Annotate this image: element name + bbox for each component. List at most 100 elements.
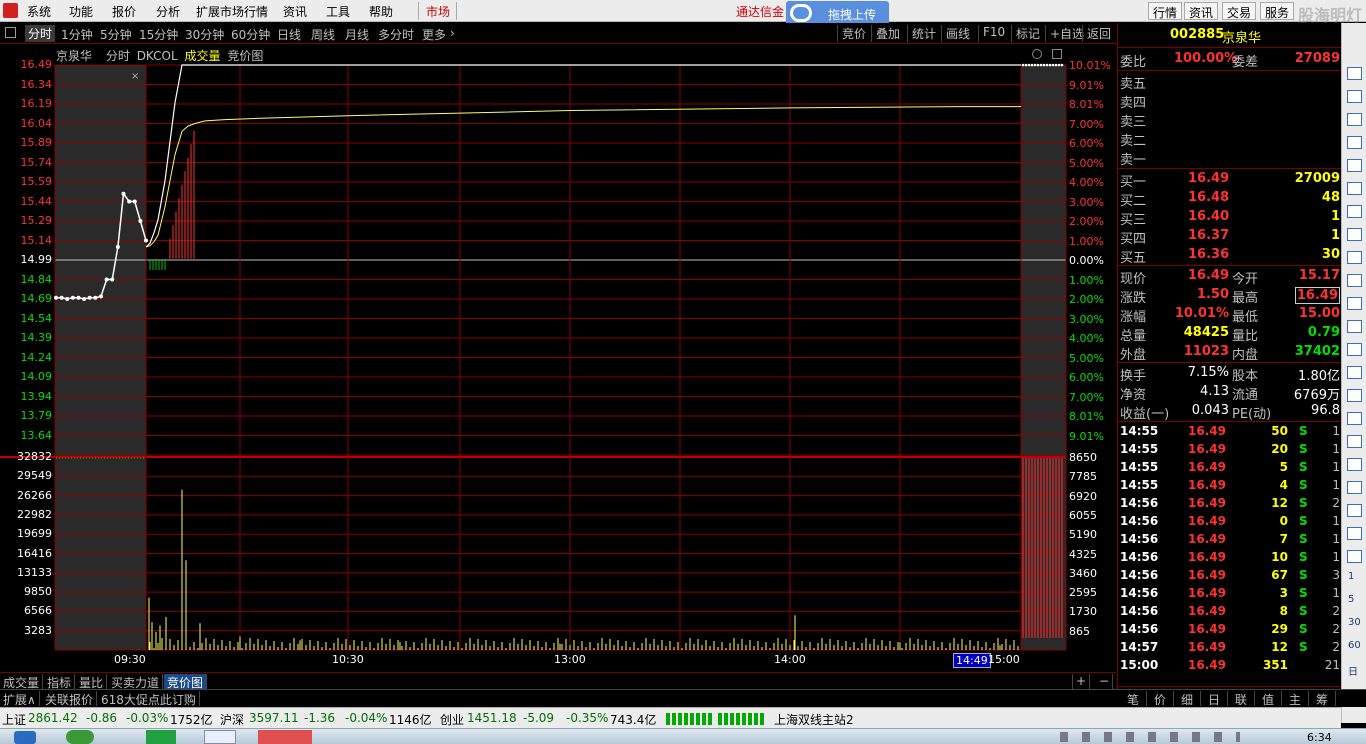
toolbar-tool-icon[interactable]: [1347, 320, 1362, 333]
toolbar-tool-icon[interactable]: [1347, 458, 1362, 471]
fundamental-row[interactable]: 收益(一) 0.043 PE(动) 96.8: [1118, 402, 1342, 422]
quote-tab[interactable]: 联: [1228, 691, 1255, 707]
btn-mark[interactable]: 标记: [1011, 25, 1040, 42]
bid-row[interactable]: 买四 16.37 1: [1118, 227, 1342, 247]
stat-row[interactable]: 涨跌 1.50 最高 16.49: [1118, 286, 1342, 306]
menu-extended-market[interactable]: 扩展市场行情: [196, 3, 268, 20]
app-icon[interactable]: [3, 3, 18, 18]
toolbar-tool-icon[interactable]: [1347, 412, 1362, 425]
toolbar-tool-icon[interactable]: [1347, 136, 1362, 149]
bid-row[interactable]: 买一 16.49 27009: [1118, 170, 1342, 190]
tick-row[interactable]: 14:55 16.49 50 S 1: [1118, 423, 1342, 442]
sh-label[interactable]: 上证: [2, 711, 26, 728]
btn-add-watchlist[interactable]: +自选: [1045, 25, 1084, 42]
toolbar-tool-icon[interactable]: [1347, 366, 1362, 379]
bid-row[interactable]: 买三 16.40 1: [1118, 208, 1342, 228]
tick-row[interactable]: 14:56 16.49 7 S 1: [1118, 531, 1342, 550]
tab-30min[interactable]: 30分钟: [185, 26, 224, 43]
tick-row[interactable]: 14:56 16.49 8 S 2: [1118, 603, 1342, 622]
ask-row[interactable]: 卖五: [1118, 72, 1342, 92]
btn-draw[interactable]: 画线: [941, 25, 970, 42]
menu-quote[interactable]: 报价: [112, 3, 136, 20]
browser-icon[interactable]: [66, 730, 94, 744]
tab-15min[interactable]: 15分钟: [139, 26, 178, 43]
tick-row[interactable]: 14:56 16.49 10 S 1: [1118, 549, 1342, 568]
btn-f10[interactable]: F10: [978, 25, 1005, 42]
panel-toggle-icon[interactable]: [5, 27, 16, 38]
tab-weekly[interactable]: 周线: [311, 26, 335, 43]
stat-row[interactable]: 外盘 11023 内盘 37402: [1118, 343, 1342, 363]
quote-tab[interactable]: 主: [1282, 691, 1309, 707]
zoom-in-button[interactable]: +: [1072, 674, 1091, 689]
clock[interactable]: 6:34: [1307, 731, 1332, 744]
tick-row[interactable]: 14:56 16.49 29 S 2: [1118, 621, 1342, 640]
bid-row[interactable]: 买二 16.48 48: [1118, 189, 1342, 209]
start-icon[interactable]: [14, 731, 36, 744]
period-shortcut[interactable]: 60: [1348, 640, 1361, 651]
toolbar-tool-icon[interactable]: [1347, 113, 1362, 126]
quote-tab[interactable]: 筹: [1309, 691, 1336, 707]
hs-label[interactable]: 沪深: [220, 711, 244, 728]
menu-news[interactable]: 资讯: [283, 3, 307, 20]
ask-row[interactable]: 卖二: [1118, 129, 1342, 149]
tab-volume[interactable]: 成交量: [0, 674, 44, 690]
market-tab[interactable]: 市场: [426, 3, 450, 20]
ask-row[interactable]: 卖一: [1118, 148, 1342, 168]
stat-row[interactable]: 涨幅 10.01% 最低 15.00: [1118, 305, 1342, 325]
menu-function[interactable]: 功能: [69, 3, 93, 20]
intraday-chart-area[interactable]: 京泉华 分时 DKCOL 成交量 竞价图 × 14:49 16.49 16.34 1…: [0, 44, 1116, 672]
toolbar-tool-icon[interactable]: [1347, 251, 1362, 264]
zoom-out-button[interactable]: −: [1096, 674, 1114, 689]
stat-row[interactable]: 总量 48425 量比 0.79: [1118, 324, 1342, 344]
tick-row[interactable]: 14:55 16.49 4 S 1: [1118, 477, 1342, 496]
toolbar-tool-icon[interactable]: [1347, 550, 1362, 563]
bid-row[interactable]: 买五 16.36 30: [1118, 246, 1342, 266]
fundamental-row[interactable]: 净资 4.13 流通 6769万: [1118, 383, 1342, 403]
period-shortcut[interactable]: 5: [1348, 594, 1354, 605]
fundamental-row[interactable]: 换手 7.15% 股本 1.80亿: [1118, 364, 1342, 384]
chevron-right-icon[interactable]: ›: [450, 26, 455, 40]
ask-row[interactable]: 卖三: [1118, 110, 1342, 130]
quote-tab[interactable]: 细: [1174, 691, 1201, 707]
tick-row[interactable]: 14:56 16.49 0 S 1: [1118, 513, 1342, 532]
tab-buy-sell-power[interactable]: 买卖力道: [108, 674, 164, 690]
quote-tab[interactable]: 价: [1147, 691, 1174, 707]
tab-promo[interactable]: 618大促点此订购: [98, 691, 200, 707]
tick-row[interactable]: 14:56 16.49 3 S 1: [1118, 585, 1342, 604]
btn-auction[interactable]: 竞价: [837, 25, 866, 42]
tick-row[interactable]: 15:00 16.49 351 21: [1118, 657, 1342, 676]
btn-news[interactable]: 资讯: [1184, 2, 1219, 20]
toolbar-tool-icon[interactable]: [1347, 67, 1362, 80]
tab-auction-chart[interactable]: 竞价图: [164, 674, 208, 690]
menu-tools[interactable]: 工具: [326, 3, 350, 20]
tab-intraday[interactable]: 分时: [25, 25, 56, 42]
chat-taskbar-icon[interactable]: [204, 730, 236, 744]
tick-row[interactable]: 14:56 16.49 67 S 3: [1118, 567, 1342, 586]
quote-tab[interactable]: 日: [1201, 691, 1228, 707]
btn-trade[interactable]: 交易: [1222, 2, 1257, 20]
tab-multi-intraday[interactable]: 多分时: [378, 26, 414, 43]
btn-stats[interactable]: 统计: [907, 25, 936, 42]
tab-extension[interactable]: 扩展∧: [0, 691, 40, 707]
tab-related-quote[interactable]: 关联报价: [42, 691, 98, 707]
toolbar-tool-icon[interactable]: [1347, 228, 1362, 241]
tab-more[interactable]: 更多: [422, 26, 446, 43]
tdx-taskbar-icon[interactable]: [258, 730, 312, 744]
menu-help[interactable]: 帮助: [369, 3, 393, 20]
stat-row[interactable]: 现价 16.49 今开 15.17: [1118, 267, 1342, 287]
toolbar-tool-icon[interactable]: [1347, 274, 1362, 287]
app-taskbar-icon[interactable]: [146, 730, 176, 744]
btn-overlay[interactable]: 叠加: [871, 25, 900, 42]
toolbar-tool-icon[interactable]: [1347, 205, 1362, 218]
ask-row[interactable]: 卖四: [1118, 91, 1342, 111]
toolbar-tool-icon[interactable]: [1347, 297, 1362, 310]
period-shortcut[interactable]: 30: [1348, 617, 1361, 628]
tab-indicator[interactable]: 指标: [44, 674, 76, 690]
tab-1min[interactable]: 1分钟: [61, 26, 93, 43]
tab-60min[interactable]: 60分钟: [231, 26, 270, 43]
period-shortcut[interactable]: 日: [1348, 663, 1358, 678]
tick-row[interactable]: 14:55 16.49 5 S 1: [1118, 459, 1342, 478]
btn-back[interactable]: 返回: [1082, 25, 1111, 42]
menu-system[interactable]: 系统: [27, 3, 51, 20]
tray-icons[interactable]: [1060, 732, 1240, 742]
